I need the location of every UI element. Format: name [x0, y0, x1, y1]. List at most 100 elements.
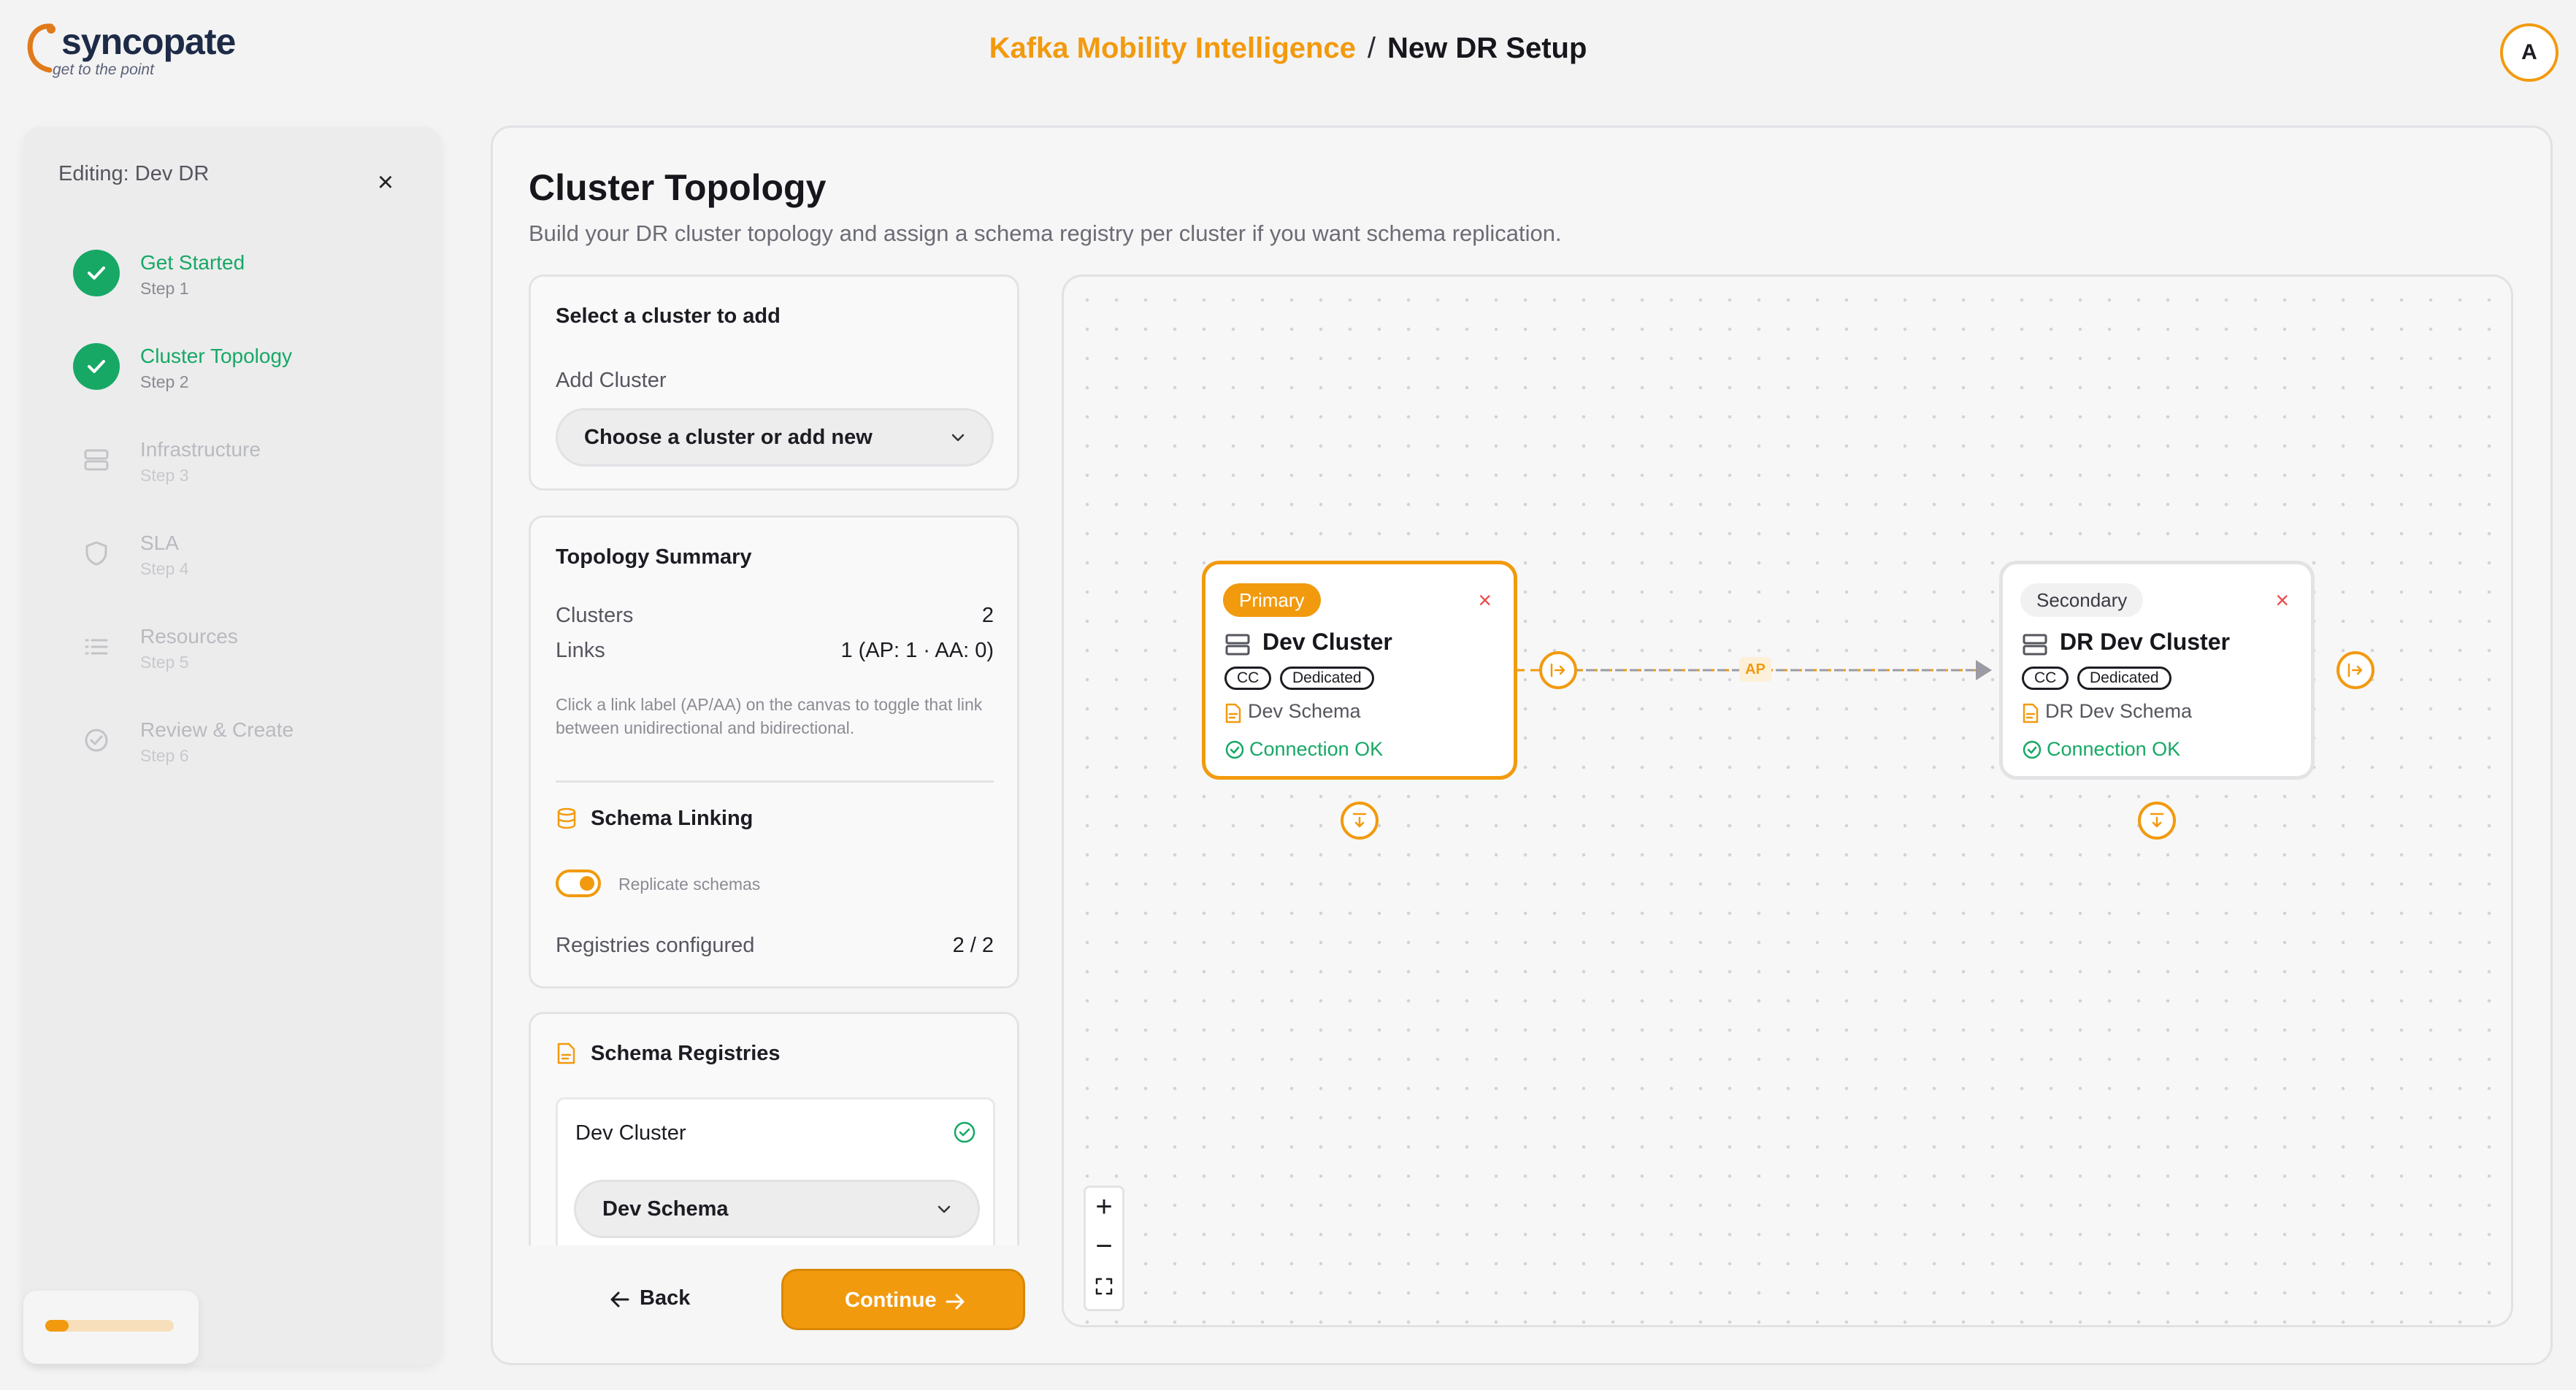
step-sub: Step 6 — [140, 746, 189, 765]
continue-label: Continue — [845, 1289, 937, 1312]
registries-configured-value: 2 / 2 — [952, 934, 994, 957]
breadcrumb-app-link[interactable]: Kafka Mobility Intelligence — [989, 32, 1356, 64]
user-avatar[interactable]: A — [2500, 23, 2558, 82]
tag-dedicated: Dedicated — [2077, 667, 2171, 690]
step-label: Get Started — [140, 251, 245, 274]
breadcrumb: Kafka Mobility Intelligence / New DR Setup — [0, 32, 2576, 65]
cluster-name: Dev Cluster — [1262, 629, 1392, 655]
links-label: Links — [556, 639, 605, 662]
output-port-secondary[interactable] — [2337, 651, 2374, 689]
card-title: Topology Summary — [556, 545, 752, 569]
schema-linking-title: Schema Linking — [591, 807, 754, 830]
schema-name: DR Dev Schema — [2045, 700, 2193, 722]
add-cluster-select[interactable]: Choose a cluster or add new — [556, 408, 994, 466]
schema-name: Dev Schema — [1248, 700, 1361, 722]
sidebar-step-infrastructure[interactable]: Infrastructure Step 3 — [73, 437, 380, 502]
close-icon[interactable]: × — [372, 169, 399, 196]
cluster-node-primary[interactable]: Primary × Dev Cluster CC Dedicated Dev S… — [1202, 561, 1517, 780]
card-title: Schema Registries — [591, 1042, 781, 1065]
role-badge: Primary — [1223, 583, 1321, 617]
schema-registries-card: Schema Registries Dev Cluster Dev Schema — [529, 1012, 1019, 1245]
check-circle-icon — [2023, 740, 2042, 759]
breadcrumb-separator: / — [1367, 32, 1376, 64]
server-icon — [1225, 634, 1250, 656]
continue-button[interactable]: Continue — [781, 1269, 1025, 1330]
tag-cc: CC — [2022, 667, 2069, 690]
arrow-right-icon — [946, 1294, 965, 1310]
step-label: SLA — [140, 531, 179, 554]
back-label: Back — [640, 1286, 691, 1310]
cluster-name: DR Dev Cluster — [2060, 629, 2230, 655]
sidebar-step-resources[interactable]: Resources Step 5 — [73, 623, 380, 689]
step-sub: Step 3 — [140, 466, 189, 485]
step-label: Resources — [140, 625, 238, 648]
file-icon — [2023, 703, 2039, 723]
link-out-icon — [1550, 663, 1565, 677]
bottom-port-secondary[interactable] — [2138, 802, 2176, 840]
link-down-icon — [1352, 813, 1367, 828]
page-description: Build your DR cluster topology and assig… — [529, 220, 1562, 246]
replicate-schemas-label: Replicate schemas — [618, 875, 761, 894]
replicate-schemas-toggle[interactable] — [556, 869, 601, 897]
card-title: Select a cluster to add — [556, 304, 781, 328]
registries-configured-label: Registries configured — [556, 934, 755, 957]
step-label: Cluster Topology — [140, 345, 293, 367]
server-icon — [2023, 634, 2047, 656]
select-cluster-card: Select a cluster to add Add Cluster Choo… — [529, 274, 1019, 491]
clusters-value: 2 — [981, 604, 994, 627]
select-value: Choose a cluster or add new — [584, 426, 873, 449]
connection-status: Connection OK — [1249, 738, 1384, 760]
select-value: Dev Schema — [602, 1197, 729, 1221]
check-icon — [73, 250, 120, 296]
tag-dedicated: Dedicated — [1280, 667, 1374, 690]
zoom-in-button[interactable]: + — [1086, 1188, 1122, 1227]
topology-canvas[interactable] — [1062, 274, 2513, 1327]
step-label: Review & Create — [140, 718, 294, 741]
step-sub: Step 1 — [140, 279, 189, 298]
file-icon — [557, 1042, 575, 1064]
fit-view-button[interactable] — [1086, 1267, 1122, 1306]
sidebar-step-cluster-topology[interactable]: Cluster Topology Step 2 — [73, 343, 380, 409]
back-button[interactable]: Back — [599, 1273, 716, 1324]
chevron-down-icon — [938, 1205, 951, 1213]
topology-summary-card: Topology Summary Clusters 2 Links 1 (AP:… — [529, 515, 1019, 988]
registry-cluster-name: Dev Cluster — [575, 1121, 686, 1145]
progress-fill — [45, 1320, 69, 1332]
file-icon — [1225, 703, 1241, 723]
sidebar-step-get-started[interactable]: Get Started Step 1 — [73, 250, 380, 315]
chevron-down-icon — [951, 434, 965, 442]
list-icon — [85, 639, 108, 655]
check-circle-icon — [1225, 740, 1244, 759]
link-label-ap[interactable]: AP — [1739, 657, 1771, 682]
sidebar-step-sla[interactable]: SLA Step 4 — [73, 530, 380, 596]
remove-node-icon[interactable]: × — [2275, 588, 2289, 612]
arrow-left-icon — [610, 1291, 629, 1308]
bottom-port-primary[interactable] — [1341, 802, 1379, 840]
remove-node-icon[interactable]: × — [1478, 588, 1492, 612]
link-down-icon — [2150, 813, 2164, 828]
canvas-zoom-controls: + − — [1084, 1186, 1124, 1311]
step-sub: Step 5 — [140, 653, 189, 672]
tag-cc: CC — [1224, 667, 1272, 690]
links-value: 1 (AP: 1 · AA: 0) — [840, 639, 994, 662]
page-title: Cluster Topology — [529, 167, 827, 208]
sidebar-step-review-create[interactable]: Review & Create Step 6 — [73, 717, 380, 783]
check-circle-icon — [85, 729, 108, 752]
registry-schema-select[interactable]: Dev Schema — [574, 1180, 980, 1238]
toggle-knob — [580, 876, 594, 891]
breadcrumb-current-page: New DR Setup — [1387, 32, 1587, 64]
progress-bar — [45, 1320, 174, 1332]
clusters-label: Clusters — [556, 604, 634, 627]
fullscreen-icon — [1095, 1278, 1113, 1295]
role-badge: Secondary — [2020, 583, 2144, 617]
database-icon — [557, 807, 576, 829]
link-out-icon — [2347, 663, 2363, 677]
wizard-progress-card — [23, 1291, 199, 1364]
output-port-primary[interactable] — [1539, 651, 1577, 689]
zoom-out-button[interactable]: − — [1086, 1227, 1122, 1267]
sidebar-title: Editing: Dev DR — [58, 162, 210, 185]
shield-icon — [85, 541, 107, 566]
step-label: Infrastructure — [140, 438, 261, 461]
server-icon — [84, 449, 109, 471]
cluster-node-secondary[interactable]: Secondary × DR Dev Cluster CC Dedicated … — [1999, 561, 2315, 780]
